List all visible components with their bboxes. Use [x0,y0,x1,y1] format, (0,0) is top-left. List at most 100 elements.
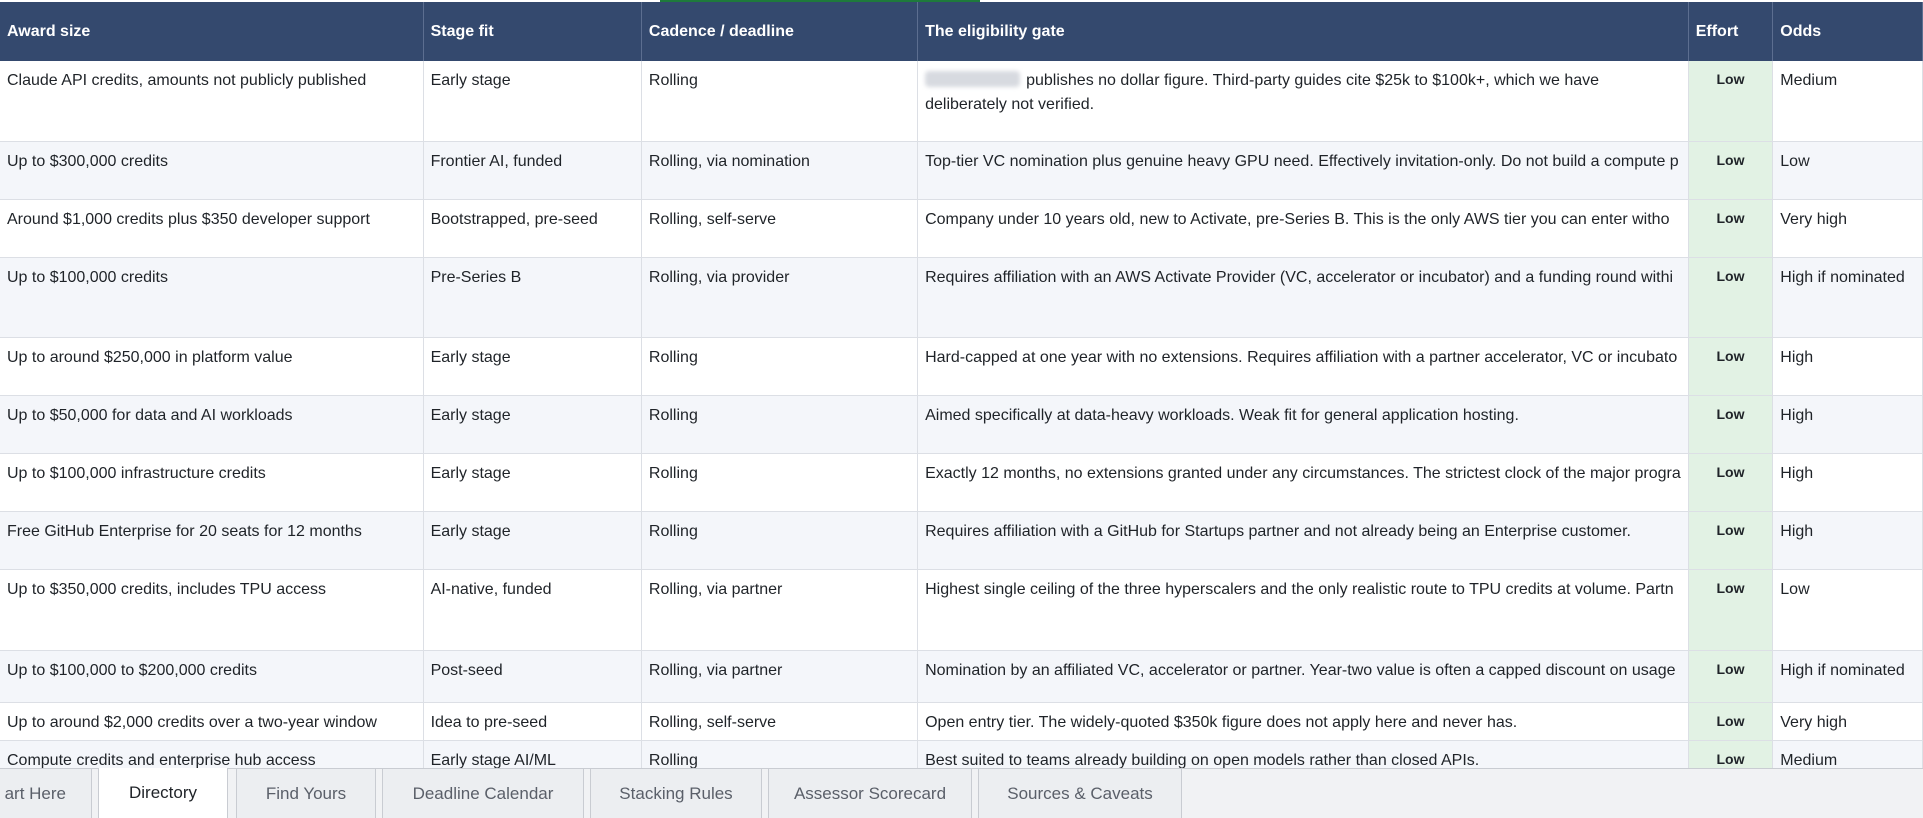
cell-stage[interactable]: Frontier AI, funded [423,141,642,200]
cell-gate[interactable]: Requires affiliation with an AWS Activat… [917,257,1689,338]
cell-award[interactable]: Up to around $2,000 credits over a two-y… [0,702,424,741]
cell-odds[interactable]: High if nominated [1772,257,1923,338]
cell-gate[interactable]: Highest single ceiling of the three hype… [917,569,1689,651]
header-award-size[interactable]: Award size [0,2,424,61]
cell-cadence[interactable]: Rolling, via provider [641,257,919,338]
cell-award[interactable]: Compute credits and enterprise hub acces… [0,740,424,768]
sheet-tab-bar: art Here Directory Find Yours Deadline C… [0,768,1923,818]
cell-stage[interactable]: Post-seed [423,650,642,703]
cell-award[interactable]: Up to $350,000 credits, includes TPU acc… [0,569,424,651]
table-row: Up to $300,000 credits Frontier AI, fund… [0,141,1923,200]
cell-gate[interactable]: Nomination by an affiliated VC, accelera… [917,650,1689,703]
cell-odds[interactable]: High [1772,511,1923,570]
cell-stage[interactable]: Early stage [423,511,642,570]
table-row: Up to around $2,000 credits over a two-y… [0,702,1923,741]
cell-cadence[interactable]: Rolling, self-serve [641,199,919,258]
cell-gate[interactable]: Hard-capped at one year with no extensio… [917,337,1689,396]
cell-stage[interactable]: Pre-Series B [423,257,642,338]
cell-effort[interactable]: Low [1688,511,1774,570]
cell-award[interactable]: Up to $100,000 credits [0,257,424,338]
cell-effort[interactable]: Low [1688,650,1774,703]
cell-cadence[interactable]: Rolling [641,740,919,768]
cell-odds[interactable]: High [1772,453,1923,512]
cell-odds[interactable]: Very high [1772,702,1923,741]
tab-start-here[interactable]: art Here [0,769,92,818]
cell-odds[interactable]: Low [1772,569,1923,651]
cell-stage[interactable]: Early stage [423,395,642,454]
cell-award[interactable]: Up to $100,000 infrastructure credits [0,453,424,512]
cell-stage[interactable]: AI-native, funded [423,569,642,651]
cell-cadence[interactable]: Rolling [641,395,919,454]
cell-stage[interactable]: Early stage [423,61,642,142]
cell-gate[interactable]: Requires affiliation with a GitHub for S… [917,511,1689,570]
cell-effort[interactable]: Low [1688,337,1774,396]
redacted-provider-name [925,71,1021,87]
cell-award[interactable]: Up to $300,000 credits [0,141,424,200]
directory-table: Award size Stage fit Cadence / deadline … [0,2,1923,768]
cell-effort[interactable]: Low [1688,141,1774,200]
spreadsheet-grid: Award size Stage fit Cadence / deadline … [0,0,1923,768]
table-row: Up to around $250,000 in platform value … [0,337,1923,396]
cell-award[interactable]: Around $1,000 credits plus $350 develope… [0,199,424,258]
cell-cadence[interactable]: Rolling [641,511,919,570]
cell-stage[interactable]: Early stage [423,337,642,396]
cell-award[interactable]: Free GitHub Enterprise for 20 seats for … [0,511,424,570]
cell-gate[interactable]: Exactly 12 months, no extensions granted… [917,453,1689,512]
cell-effort[interactable]: Low [1688,702,1774,741]
cell-gate[interactable]: Best suited to teams already building on… [917,740,1689,768]
table-row: Around $1,000 credits plus $350 develope… [0,199,1923,258]
tab-sources-caveats[interactable]: Sources & Caveats [978,769,1182,818]
cell-odds[interactable]: High [1772,337,1923,396]
cell-effort[interactable]: Low [1688,740,1774,768]
header-odds[interactable]: Odds [1772,2,1923,61]
tab-deadline-calendar[interactable]: Deadline Calendar [382,769,584,818]
cell-gate-text: publishes no dollar figure. Third-party … [925,72,1600,113]
tab-stacking-rules[interactable]: Stacking Rules [590,769,762,818]
table-row: Claude API credits, amounts not publicly… [0,61,1923,142]
table-row: Up to $100,000 to $200,000 credits Post-… [0,650,1923,703]
cell-odds[interactable]: Medium [1772,61,1923,142]
cell-award[interactable]: Up to $100,000 to $200,000 credits [0,650,424,703]
tab-directory[interactable]: Directory [98,768,228,818]
cell-cadence[interactable]: Rolling [641,337,919,396]
cell-odds[interactable]: High [1772,395,1923,454]
cell-effort[interactable]: Low [1688,395,1774,454]
cell-cadence[interactable]: Rolling [641,61,919,142]
cell-cadence[interactable]: Rolling, self-serve [641,702,919,741]
cell-effort[interactable]: Low [1688,61,1774,142]
cell-effort[interactable]: Low [1688,453,1774,512]
cell-gate[interactable]: Top-tier VC nomination plus genuine heav… [917,141,1689,200]
cell-gate[interactable]: Aimed specifically at data-heavy workloa… [917,395,1689,454]
header-row: Award size Stage fit Cadence / deadline … [0,2,1923,61]
header-stage-fit[interactable]: Stage fit [423,2,642,61]
cell-gate[interactable]: Company under 10 years old, new to Activ… [917,199,1689,258]
table-row: Up to $100,000 infrastructure credits Ea… [0,453,1923,512]
cell-stage[interactable]: Bootstrapped, pre-seed [423,199,642,258]
cell-effort[interactable]: Low [1688,257,1774,338]
cell-stage[interactable]: Early stage [423,453,642,512]
tab-assessor-scorecard[interactable]: Assessor Scorecard [768,769,972,818]
cell-gate[interactable]: publishes no dollar figure. Third-party … [917,61,1689,142]
cell-cadence[interactable]: Rolling, via nomination [641,141,919,200]
cell-gate[interactable]: Open entry tier. The widely-quoted $350k… [917,702,1689,741]
cell-stage[interactable]: Early stage AI/ML [423,740,642,768]
tab-find-yours[interactable]: Find Yours [236,769,376,818]
cell-cadence[interactable]: Rolling, via partner [641,650,919,703]
cell-award[interactable]: Claude API credits, amounts not publicly… [0,61,424,142]
header-effort[interactable]: Effort [1688,2,1774,61]
cell-award[interactable]: Up to around $250,000 in platform value [0,337,424,396]
cell-odds[interactable]: Medium [1772,740,1923,768]
cell-cadence[interactable]: Rolling [641,453,919,512]
cell-cadence[interactable]: Rolling, via partner [641,569,919,651]
cell-effort[interactable]: Low [1688,199,1774,258]
cell-effort[interactable]: Low [1688,569,1774,651]
cell-odds[interactable]: Low [1772,141,1923,200]
header-cadence[interactable]: Cadence / deadline [641,2,919,61]
cell-odds[interactable]: High if nominated [1772,650,1923,703]
table-row: Compute credits and enterprise hub acces… [0,740,1923,768]
cell-stage[interactable]: Idea to pre-seed [423,702,642,741]
table-row: Up to $350,000 credits, includes TPU acc… [0,569,1923,651]
cell-award[interactable]: Up to $50,000 for data and AI workloads [0,395,424,454]
header-eligibility-gate[interactable]: The eligibility gate [917,2,1689,61]
cell-odds[interactable]: Very high [1772,199,1923,258]
